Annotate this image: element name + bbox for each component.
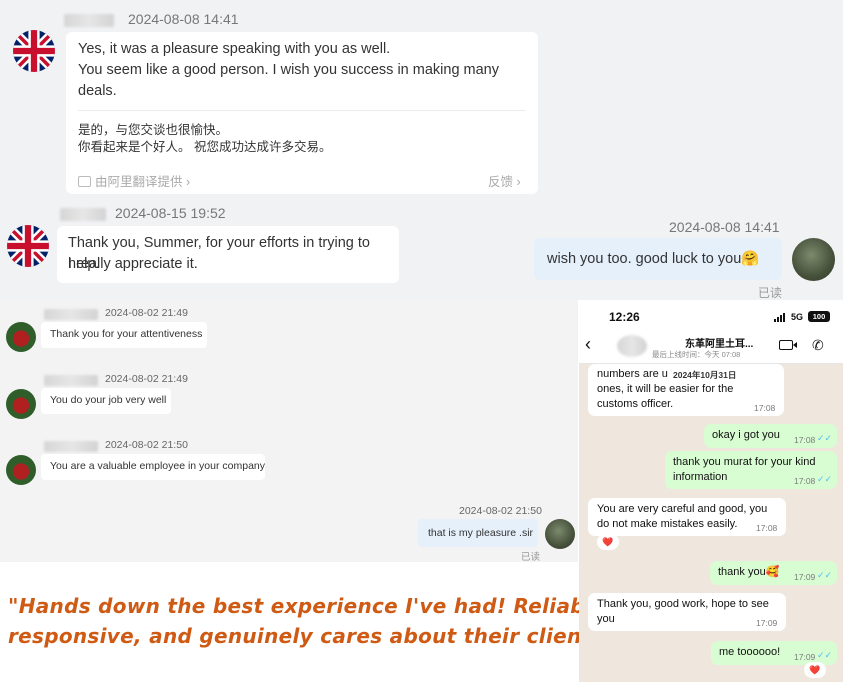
testimonial-line-2: responsive, and genuinely cares about th…: [8, 624, 623, 648]
double-check-icon: ✓✓: [817, 570, 833, 580]
message-line: thank you murat for your kind: [673, 456, 816, 468]
signal-icon: [774, 313, 786, 322]
chat-header: ‹ 东革阿里土耳... 最后上线时间：今天 07:08 ✆: [579, 328, 843, 364]
message-time: 17:09: [756, 618, 778, 628]
uk-flag-avatar[interactable]: [7, 225, 49, 267]
date-chip: 2024年10月31日: [669, 368, 741, 382]
message-bubble-out: thank you murat for your kind informatio…: [665, 451, 837, 489]
message-timestamp: 2024-08-15 19:52: [115, 205, 226, 221]
message-line: okay i got you: [712, 429, 780, 441]
message-line: do not make mistakes easily.: [597, 518, 738, 530]
contact-name[interactable]: 东革阿里土耳...: [685, 335, 753, 350]
message-timestamp: 2024-08-02 21:50: [459, 505, 542, 517]
read-status: 已读: [521, 552, 541, 563]
sender-name-blurred: [44, 441, 98, 452]
double-check-icon: ✓✓: [817, 650, 833, 660]
last-seen: 最后上线时间：今天 07:08: [652, 350, 741, 359]
reply-bubble: wish you too. good luck to you🤗: [534, 238, 782, 280]
sender-name-blurred: [60, 208, 106, 221]
status-bar: 12:26 5G 100: [579, 300, 843, 328]
reply-bubble: that is my pleasure .sir: [418, 519, 538, 547]
uk-flag-icon: [13, 30, 55, 72]
contact-avatar-blurred[interactable]: [617, 335, 647, 357]
message-line: me toooooo!: [719, 646, 781, 658]
message-line: Yes, it was a pleasure speaking with you…: [78, 41, 391, 57]
user-avatar[interactable]: [792, 238, 835, 281]
message-timestamp: 2024-08-02 21:49: [105, 373, 188, 385]
chevron-right-icon: ›: [182, 175, 191, 189]
testimonial-line-1: "Hands down the best experience I've had…: [8, 594, 614, 618]
translation-line: 你看起来是个好人。 祝您成功达成许多交易。: [78, 140, 332, 154]
message-bubble: Thank you, Summer, for your efforts in t…: [57, 226, 399, 283]
read-status: 已读: [758, 286, 783, 300]
message-line: Thank you, good work, hope to see: [597, 598, 769, 610]
message-bubble: You are a valuable employee in your comp…: [41, 454, 265, 480]
divider: [78, 110, 526, 111]
message-line: deals.: [78, 83, 117, 99]
message-timestamp: 2024-08-02 21:50: [105, 439, 188, 451]
message-time: 17:08: [754, 403, 776, 413]
uk-flag-icon: [7, 225, 49, 267]
message-line: You seem like a good person. I wish you …: [78, 62, 499, 78]
message-bubble-translated: Yes, it was a pleasure speaking with you…: [66, 32, 538, 194]
message-line: thank you🥰: [718, 566, 780, 578]
double-check-icon: ✓✓: [817, 433, 833, 443]
translation-line: 是的，与您交谈也很愉快。: [78, 123, 229, 137]
message-line-partial: numbers are u: [597, 368, 668, 380]
clock: 12:26: [609, 310, 640, 324]
message-line: You are very careful and good, you: [597, 503, 768, 515]
contact-avatar[interactable]: [6, 455, 36, 485]
message-bubble-in: You are very careful and good, you do no…: [588, 498, 786, 536]
contact-avatar[interactable]: [6, 322, 36, 352]
sender-name-blurred: [64, 14, 114, 27]
heart-reaction-icon[interactable]: ❤️: [597, 534, 619, 550]
video-call-icon[interactable]: [779, 340, 793, 350]
network-label: 5G: [791, 312, 804, 322]
user-avatar[interactable]: [545, 519, 575, 549]
message-time: 17:09: [794, 652, 816, 662]
reply-text: wish you too. good luck to you🤗: [547, 251, 760, 267]
message-timestamp: 2024-08-08 14:41: [128, 11, 239, 27]
back-arrow-icon[interactable]: ‹: [585, 335, 591, 353]
reply-text: that is my pleasure .sir: [428, 527, 534, 539]
heart-reaction-icon[interactable]: ❤️: [804, 662, 826, 678]
translate-icon: [78, 176, 91, 187]
video-call-icon-lens: [793, 342, 797, 348]
sender-name-blurred: [44, 375, 98, 386]
message-bubble-in: Thank you, good work, hope to see you 17…: [588, 593, 786, 631]
message-bubble: Thank you for your attentiveness: [41, 322, 207, 348]
message-line: ones, it will be easier for the: [597, 383, 734, 395]
message-timestamp: 2024-08-08 14:41: [669, 219, 780, 235]
message-timestamp: 2024-08-02 21:49: [105, 307, 188, 319]
message-line: information: [673, 471, 728, 483]
uk-flag-avatar[interactable]: [13, 30, 55, 72]
contact-avatar[interactable]: [6, 389, 36, 419]
message-text: Thank you for your attentiveness: [50, 328, 203, 340]
double-check-icon: ✓✓: [817, 474, 833, 484]
message-time: 17:09: [794, 572, 816, 582]
message-bubble: You do your job very well: [41, 388, 171, 414]
hugging-emoji: 🤗: [741, 251, 760, 267]
message-text: You are a valuable employee in your comp…: [50, 460, 265, 472]
translation-source: 由阿里翻译提供 ›: [78, 171, 190, 190]
feedback-link[interactable]: 反馈 ›: [488, 171, 521, 190]
message-time: 17:08: [794, 476, 816, 486]
message-line: I really appreciate it.: [68, 256, 198, 272]
sender-name-blurred: [44, 309, 98, 320]
message-text: You do your job very well: [50, 394, 167, 406]
message-line: you: [597, 613, 615, 625]
message-bubble-out: thank you🥰 17:09 ✓✓: [710, 561, 837, 585]
chevron-right-icon: ›: [513, 175, 521, 189]
message-line: customs officer.: [597, 398, 674, 410]
message-time: 17:08: [756, 523, 778, 533]
whatsapp-screenshot: 12:26 5G 100 ‹ 东革阿里土耳... 最后上线时间：今天 07:08…: [579, 300, 843, 682]
message-bubble-out: okay i got you 17:08 ✓✓: [704, 424, 837, 448]
phone-call-icon[interactable]: ✆: [812, 337, 824, 354]
message-time: 17:08: [794, 435, 816, 445]
battery-icon: 100: [808, 311, 830, 322]
